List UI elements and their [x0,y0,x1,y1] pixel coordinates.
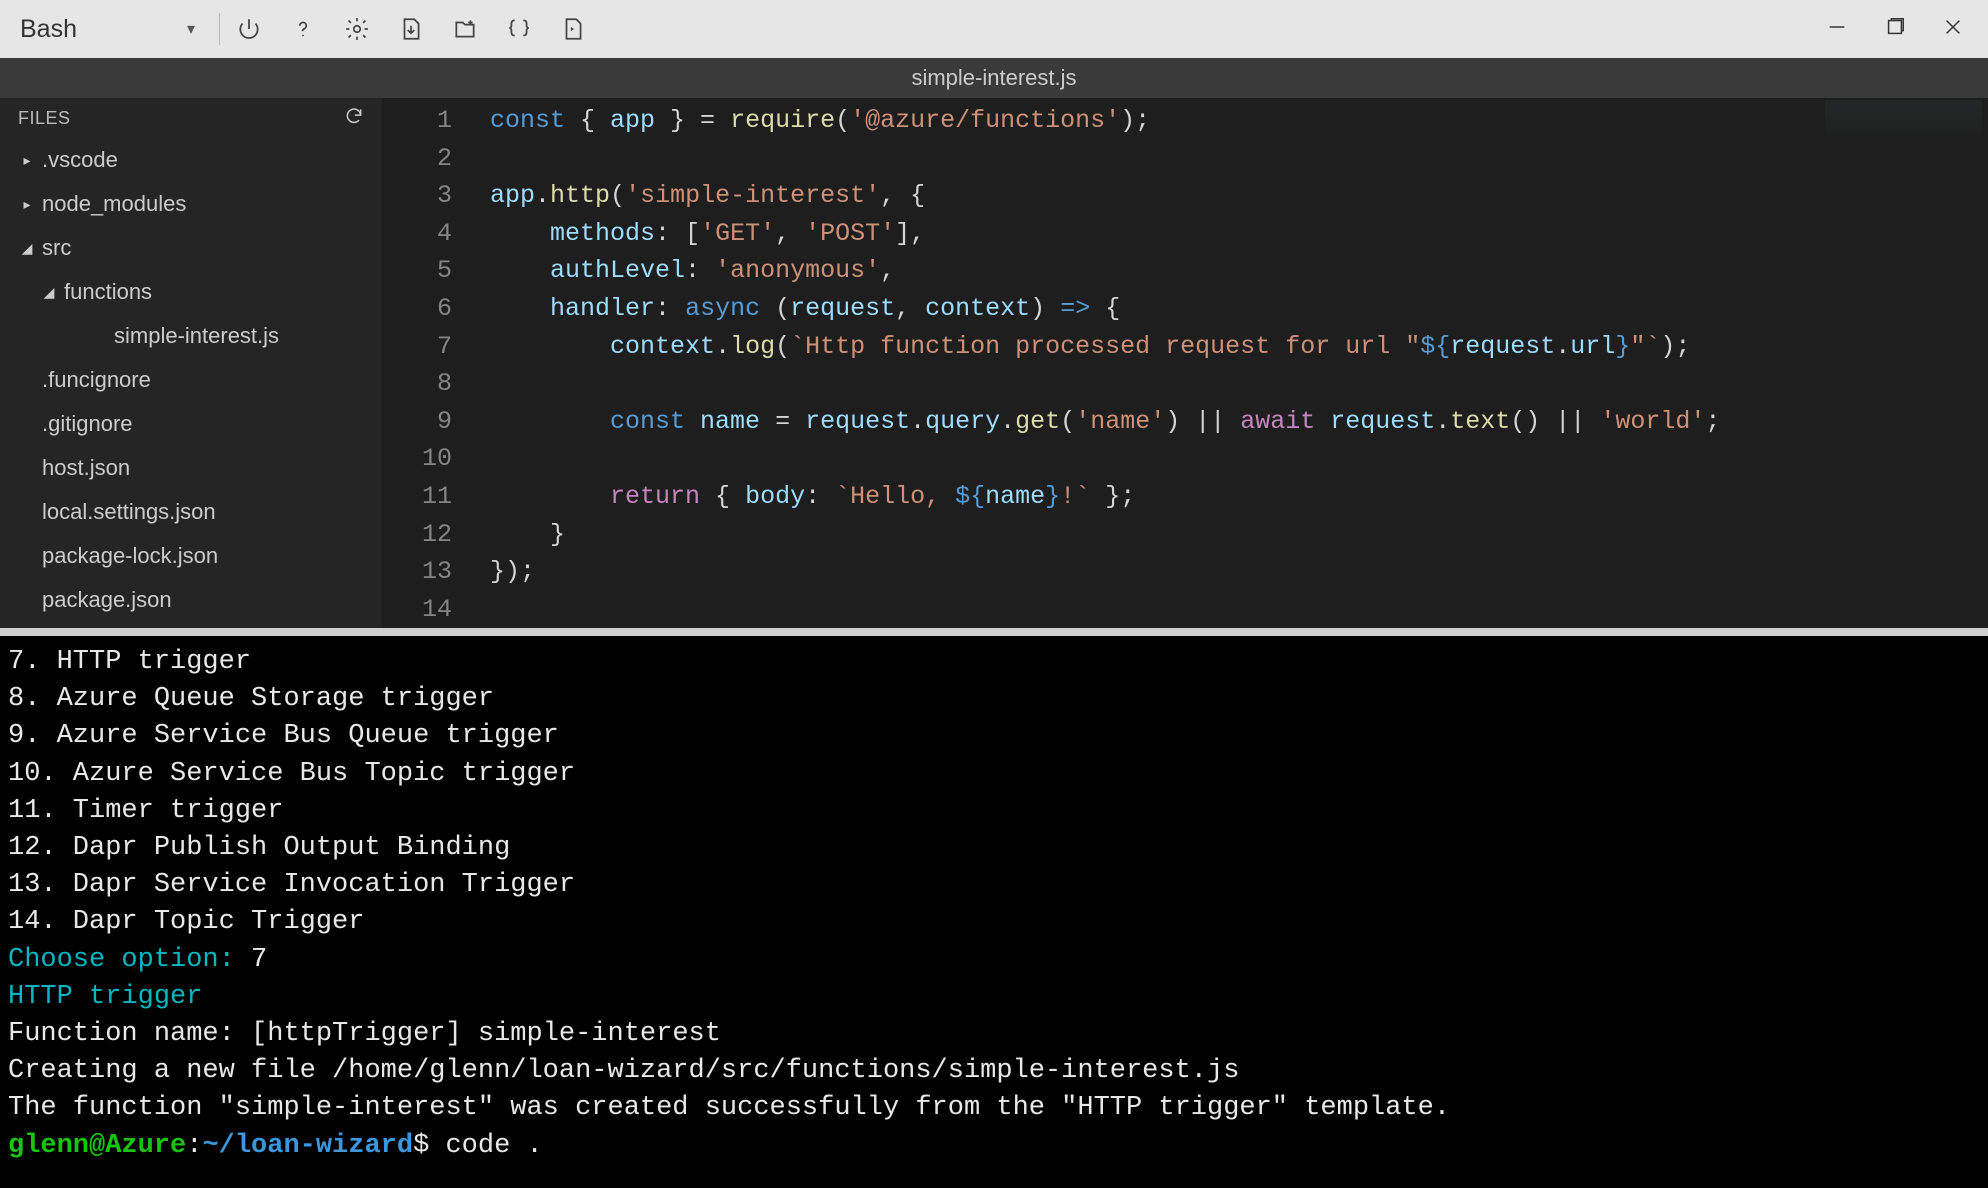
pane-splitter[interactable] [0,628,1988,636]
tree-item[interactable]: .funcignore [0,358,382,402]
twisty-icon: ▸ [18,152,36,169]
tree-item-label: local.settings.json [42,499,216,525]
cloud-shell-toolbar: Bash ▾ [0,0,1988,58]
app-root: Bash ▾ simple-interest.js FILES [0,0,1988,1188]
file-explorer-header: FILES [0,98,382,138]
maximize-button[interactable] [1884,16,1906,43]
tree-item[interactable]: .gitignore [0,402,382,446]
code-editor[interactable]: const { app } = require('@azure/function… [470,98,1818,628]
shell-label: Bash [20,15,77,44]
twisty-icon: ◢ [40,284,58,301]
tree-item-label: package.json [42,587,172,613]
file-explorer: FILES ▸ .vscode ▸ node_modules ◢ src ◢ function… [0,98,382,628]
minimize-button[interactable] [1826,16,1848,43]
file-tree[interactable]: ▸ .vscode ▸ node_modules ◢ src ◢ functions simpl… [0,138,382,628]
close-button[interactable] [1942,16,1964,43]
upload-icon[interactable] [452,16,478,42]
explorer-title: FILES [18,108,71,129]
tree-item-label: .gitignore [42,411,133,437]
editor-tab-bar: simple-interest.js [0,58,1988,98]
tree-item[interactable]: local.settings.json [0,490,382,534]
tree-item-label: node_modules [42,191,186,217]
toolbar-icons [236,16,586,42]
twisty-icon: ◢ [18,240,36,257]
twisty-icon: ▸ [18,196,36,213]
tree-item-label: src [42,235,71,261]
tree-item-label: simple-interest.js [114,323,279,349]
download-icon[interactable] [398,16,424,42]
terminal[interactable]: 7. HTTP trigger8. Azure Queue Storage tr… [0,636,1988,1188]
tree-item[interactable]: ◢ src [0,226,382,270]
minimap[interactable] [1818,98,1988,628]
window-controls [1826,16,1976,43]
tree-item[interactable]: ▸ .vscode [0,138,382,182]
power-icon[interactable] [236,16,262,42]
line-gutter: 1234567891011121314 [382,98,470,628]
editor-body: FILES ▸ .vscode ▸ node_modules ◢ src ◢ function… [0,98,1988,628]
preview-icon[interactable] [560,16,586,42]
tree-item-label: .funcignore [42,367,151,393]
refresh-icon[interactable] [344,106,364,131]
shell-selector[interactable]: Bash ▾ [12,15,203,44]
tree-item-label: functions [64,279,152,305]
tree-item[interactable]: host.json [0,446,382,490]
tree-item-label: package-lock.json [42,543,218,569]
editor-area: simple-interest.js FILES ▸ .vscode ▸ node_m… [0,58,1988,628]
tree-item[interactable]: package-lock.json [0,534,382,578]
tree-item-label: host.json [42,455,130,481]
tree-item[interactable]: simple-interest.js [0,314,382,358]
settings-icon[interactable] [344,16,370,42]
help-icon[interactable] [290,16,316,42]
code-pane: 1234567891011121314 const { app } = requ… [382,98,1988,628]
toolbar-divider [219,13,220,45]
active-tab-filename[interactable]: simple-interest.js [911,65,1076,91]
chevron-down-icon: ▾ [187,19,195,39]
tree-item[interactable]: package.json [0,578,382,622]
tree-item[interactable]: ◢ functions [0,270,382,314]
tree-item-label: .vscode [42,147,118,173]
braces-icon[interactable] [506,16,532,42]
tree-item[interactable]: ▸ node_modules [0,182,382,226]
